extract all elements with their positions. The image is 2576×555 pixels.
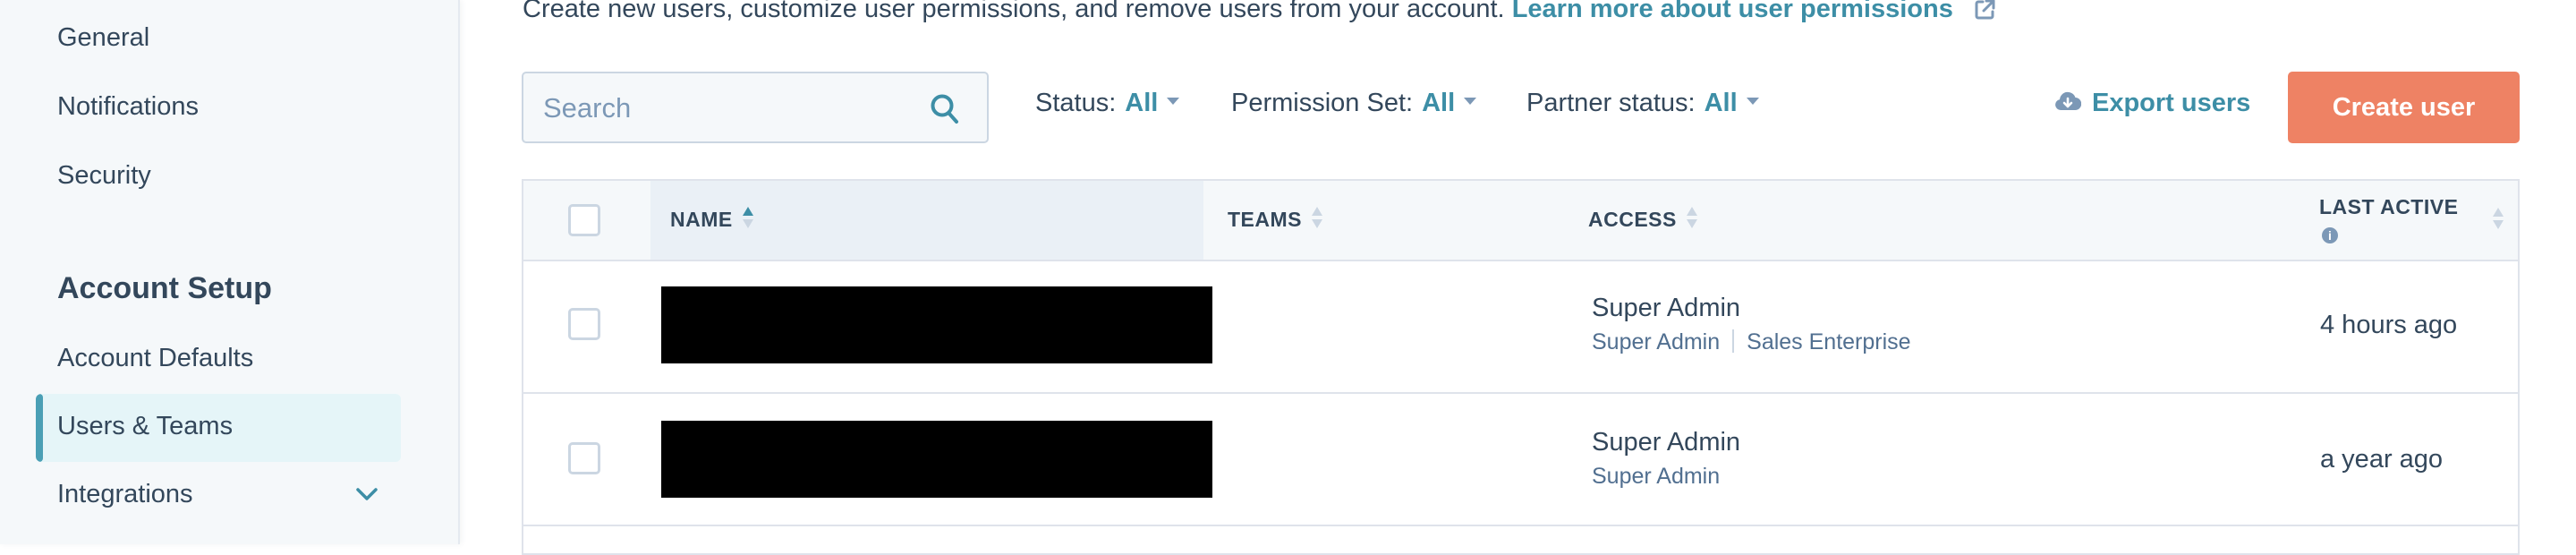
- access-details: Super Admin: [1592, 464, 1720, 490]
- caret-down-icon: [1167, 98, 1180, 106]
- table-row[interactable]: Super Admin Super Admin a year ago: [523, 394, 2518, 526]
- sidebar-item-notifications[interactable]: Notifications: [57, 92, 199, 122]
- export-users-button[interactable]: Export users: [2054, 89, 2250, 118]
- column-header-name[interactable]: NAME: [670, 205, 754, 234]
- users-table: NAME TEAMS ACCESS LAST ACTIVE i Super Ad…: [522, 179, 2520, 555]
- permission-set-filter-label: Permission Set:: [1231, 89, 1414, 117]
- column-access-label: ACCESS: [1588, 208, 1677, 231]
- column-last-active-label: LAST ACTIVE: [2319, 195, 2459, 218]
- caret-down-icon: [1746, 98, 1759, 106]
- partner-status-filter-value[interactable]: All: [1705, 89, 1738, 117]
- chevron-down-icon[interactable]: [355, 486, 378, 502]
- sidebar-section-heading: Account Setup: [57, 271, 272, 305]
- select-all-checkbox[interactable]: [568, 204, 600, 236]
- info-icon[interactable]: i: [2322, 227, 2338, 243]
- export-users-label: Export users: [2092, 89, 2251, 117]
- redacted-user-name[interactable]: [661, 286, 1212, 363]
- partner-status-filter-label: Partner status:: [1526, 89, 1696, 117]
- cloud-download-icon: [2055, 92, 2081, 111]
- row-checkbox[interactable]: [568, 442, 600, 474]
- learn-more-link-label: Learn more about user permissions: [1511, 0, 1953, 23]
- status-filter-label: Status:: [1035, 89, 1117, 117]
- last-active: a year ago: [2320, 445, 2444, 474]
- search-box: [522, 72, 989, 143]
- page-description: Create new users, customize user permiss…: [523, 0, 1996, 24]
- permission-set: Super Admin: [1592, 464, 1721, 489]
- permission-set-filter[interactable]: Permission Set: All: [1231, 89, 1477, 118]
- sort-ascending-icon[interactable]: [742, 205, 754, 230]
- column-teams-label: TEAMS: [1228, 208, 1302, 231]
- external-link-icon[interactable]: [1973, 0, 1996, 21]
- sort-icon[interactable]: [1686, 205, 1698, 230]
- sort-icon[interactable]: [1311, 205, 1323, 230]
- active-indicator: [36, 394, 43, 462]
- caret-down-icon: [1464, 98, 1477, 106]
- settings-sidebar: General Notifications Security Account S…: [0, 0, 460, 544]
- status-filter[interactable]: Status: All: [1035, 89, 1180, 118]
- description-text: Create new users, customize user permiss…: [523, 0, 1505, 23]
- table-header: NAME TEAMS ACCESS LAST ACTIVE i: [523, 181, 2518, 261]
- learn-more-link[interactable]: Learn more about user permissions: [1512, 0, 1953, 23]
- column-header-access[interactable]: ACCESS: [1588, 205, 1698, 234]
- sort-icon[interactable]: [2492, 206, 2504, 231]
- partner-status-filter[interactable]: Partner status: All: [1526, 89, 1759, 118]
- sidebar-item-integrations[interactable]: Integrations: [57, 480, 193, 509]
- column-header-teams[interactable]: TEAMS: [1228, 205, 1323, 234]
- search-input[interactable]: [541, 73, 903, 143]
- column-header-last-active[interactable]: LAST ACTIVE: [2319, 195, 2458, 219]
- access-details: Super Admin Sales Enterprise: [1592, 329, 1911, 355]
- sidebar-item-users-teams-label[interactable]: Users & Teams: [57, 412, 233, 441]
- last-active: 4 hours ago: [2320, 311, 2458, 339]
- search-icon[interactable]: [930, 93, 960, 125]
- permission-set: Super Admin: [1592, 329, 1721, 354]
- create-user-button[interactable]: Create user: [2288, 72, 2520, 143]
- access-level: Super Admin: [1592, 428, 1741, 457]
- access-level: Super Admin: [1592, 294, 1741, 322]
- permission-set-filter-value[interactable]: All: [1422, 89, 1455, 117]
- row-checkbox[interactable]: [568, 308, 600, 340]
- sidebar-item-account-defaults[interactable]: Account Defaults: [57, 344, 253, 373]
- redacted-user-name[interactable]: [661, 421, 1212, 498]
- status-filter-value[interactable]: All: [1125, 89, 1158, 117]
- seat-type: Sales Enterprise: [1747, 329, 1911, 354]
- sidebar-item-security[interactable]: Security: [57, 161, 151, 191]
- table-row[interactable]: Super Admin Super Admin Sales Enterprise …: [523, 260, 2518, 394]
- column-name-label: NAME: [670, 208, 733, 231]
- sidebar-item-general[interactable]: General: [57, 23, 149, 53]
- divider: [1732, 329, 1735, 354]
